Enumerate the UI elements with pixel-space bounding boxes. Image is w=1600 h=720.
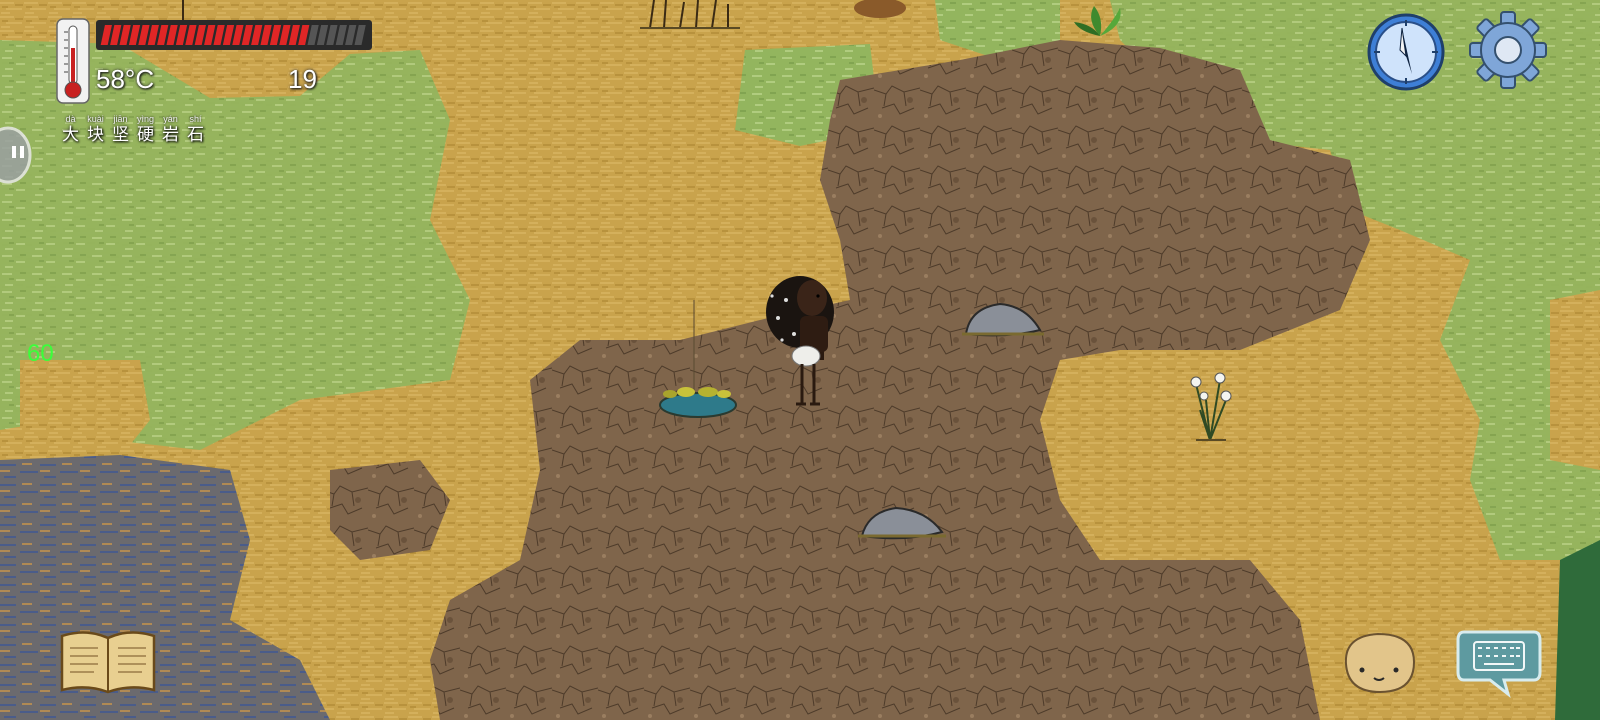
compass-icon[interactable] [1366, 12, 1446, 92]
gear-icon[interactable] [1468, 10, 1548, 90]
hover-char: jiān 坚 [110, 114, 131, 145]
hanzi: 硬 [137, 125, 154, 144]
side-panel-toggle-button[interactable] [0, 126, 32, 184]
hover-char: yán 岩 [160, 114, 181, 145]
hover-char: dà 大 [60, 114, 81, 145]
pinyin: kuài [87, 114, 104, 124]
hover-char: kuài 块 [85, 114, 106, 145]
pinyin: yán [163, 114, 178, 124]
hanzi: 岩 [162, 125, 179, 144]
hover-char: yìng 硬 [135, 114, 156, 145]
fps-counter: 60 [27, 340, 54, 367]
pinyin: jiān [113, 114, 128, 124]
potato-face-icon[interactable] [1340, 630, 1418, 694]
game-world[interactable] [0, 0, 1600, 720]
age-readout: 19 [288, 64, 317, 94]
pinyin: yìng [136, 114, 154, 124]
hover-char: shí 石 [185, 114, 206, 145]
book-icon[interactable] [58, 628, 158, 696]
thermometer-icon [56, 18, 90, 104]
temperature-readout: 58°C [96, 64, 155, 94]
hanzi: 块 [87, 125, 104, 144]
pinyin: dà [65, 114, 76, 124]
keyboard-icon[interactable] [1456, 626, 1542, 698]
hanzi: 石 [187, 125, 204, 144]
hanzi: 大 [62, 125, 79, 144]
pinyin: shí [189, 114, 202, 124]
health-bar [96, 20, 372, 50]
hovered-object-name: dà 大 kuài 块 jiān 坚 yìng 硬 yán 岩 shí 石 [60, 114, 206, 145]
hanzi: 坚 [112, 125, 129, 144]
